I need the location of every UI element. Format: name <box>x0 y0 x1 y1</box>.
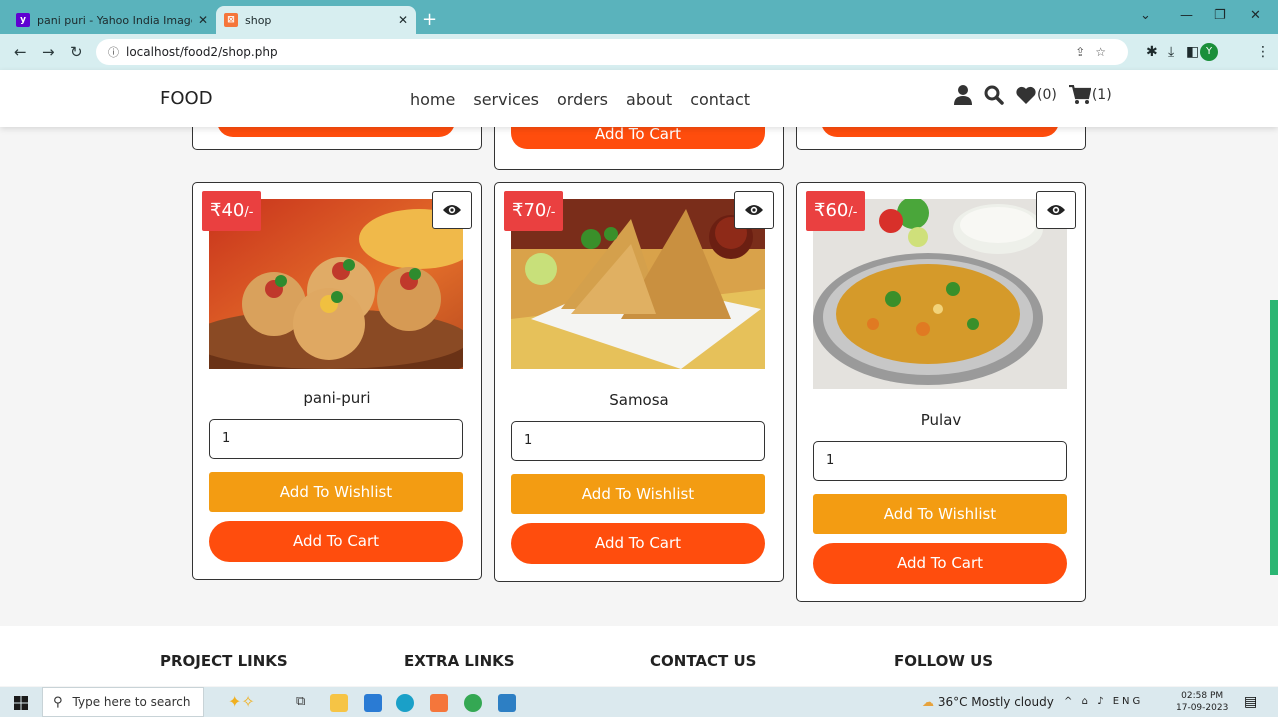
xampp-taskbar-icon[interactable] <box>430 694 448 712</box>
tab-search-chevron-icon[interactable]: ⌄ <box>1140 8 1151 23</box>
footer-heading-project-links: PROJECT LINKS <box>160 652 288 670</box>
main-nav: home services orders about contact <box>410 90 750 109</box>
search-icon: ⚲ <box>53 694 63 710</box>
quick-view-button[interactable] <box>1036 191 1076 229</box>
nav-contact[interactable]: contact <box>690 90 750 109</box>
weather-widget[interactable]: ☁ 36°C Mostly cloudy <box>922 695 1054 709</box>
quantity-input[interactable]: 1 <box>511 421 765 461</box>
eye-icon <box>1047 205 1065 215</box>
footer-heading-extra-links: EXTRA LINKS <box>404 652 515 670</box>
tray-chevron-icon[interactable]: ^ <box>1064 696 1075 707</box>
task-view-icon[interactable]: ⧉ <box>296 694 314 712</box>
cart-icon <box>1068 85 1091 104</box>
volume-icon[interactable]: ♪ <box>1097 696 1106 707</box>
product-name: Pulav <box>920 411 962 429</box>
clock-time: 02:58 PM <box>1181 691 1224 701</box>
minimize-button[interactable]: — <box>1180 8 1193 23</box>
footer-heading-contact-us: CONTACT US <box>650 652 757 670</box>
notification-icon[interactable]: ▤ <box>1244 694 1257 710</box>
taskbar-search-placeholder: Type here to search <box>72 695 191 709</box>
product-card: ₹40/- pani-puri 1 Add To Wishlist Add To… <box>192 182 482 580</box>
heart-icon <box>1016 86 1036 104</box>
extensions-icon[interactable]: ✱ <box>1146 44 1158 60</box>
clock[interactable]: 02:58 PM 17-09-2023 <box>1176 690 1228 714</box>
site-info-icon[interactable]: ⓘ <box>108 44 119 60</box>
add-to-wishlist-button[interactable]: Add To Wishlist <box>209 472 463 512</box>
browser-tab-shop[interactable]: ⊠ shop ✕ <box>216 6 416 34</box>
price-badge: ₹60/- <box>806 191 866 231</box>
yahoo-icon: y <box>16 13 30 27</box>
page-scrollbar-thumb[interactable] <box>1270 300 1278 575</box>
product-card: ₹60/- Pulav 1 Add To Wishlist Add To Car… <box>796 182 1086 602</box>
quick-view-button[interactable] <box>734 191 774 229</box>
cloud-icon: ☁ <box>922 695 934 709</box>
header-icons: (0) (1) <box>954 85 1112 105</box>
site-logo[interactable]: FOOD <box>160 88 213 109</box>
sparkle-icon[interactable]: ✦✧ <box>228 692 255 711</box>
add-to-cart-button[interactable]: Add To Cart <box>511 523 765 564</box>
network-icon[interactable]: ⌂ <box>1082 696 1091 707</box>
share-star-icons[interactable]: ⇪☆ <box>1075 45 1116 59</box>
nav-about[interactable]: about <box>626 90 672 109</box>
restore-button[interactable]: ❐ <box>1214 8 1226 23</box>
browser-tab-bar: y pani puri - Yahoo India Image Se ✕ ⊠ s… <box>0 0 1278 34</box>
quantity-input[interactable]: 1 <box>813 441 1067 481</box>
browser-tab-yahoo[interactable]: y pani puri - Yahoo India Image Se ✕ <box>8 6 216 34</box>
tab-title: pani puri - Yahoo India Image Se <box>37 13 192 27</box>
windows-taskbar: ⚲ Type here to search ✦✧ ⧉ ☁ 36°C Mostly… <box>0 687 1278 717</box>
language-indicator[interactable]: ENG <box>1113 696 1144 707</box>
wishlist-count: (0) <box>1037 87 1057 103</box>
eye-icon <box>745 205 763 215</box>
nav-orders[interactable]: orders <box>557 90 608 109</box>
back-icon[interactable]: ← <box>14 43 27 61</box>
wishlist-link[interactable]: (0) <box>1016 86 1057 104</box>
cart-count: (1) <box>1091 87 1112 103</box>
quick-view-button[interactable] <box>432 191 472 229</box>
reload-icon[interactable]: ↻ <box>70 43 83 61</box>
add-to-cart-button[interactable]: Add To Cart <box>813 543 1067 584</box>
download-icon[interactable]: ⤓ <box>1168 44 1174 60</box>
taskbar-search[interactable]: ⚲ Type here to search <box>42 687 204 717</box>
close-tab-icon[interactable]: ✕ <box>198 13 208 27</box>
close-window-button[interactable]: ✕ <box>1250 8 1261 23</box>
quantity-input[interactable]: 1 <box>209 419 463 459</box>
add-to-cart-button[interactable]: Add To Cart <box>209 521 463 562</box>
price-badge: ₹70/- <box>504 191 564 231</box>
address-bar[interactable]: ⓘ localhost/food2/shop.php ⇪☆ <box>96 39 1128 65</box>
product-name: Samosa <box>609 391 669 409</box>
mail-icon[interactable] <box>364 694 382 712</box>
nav-home[interactable]: home <box>410 90 455 109</box>
menu-icon[interactable]: ⋮ <box>1256 44 1270 60</box>
site-header: FOOD home services orders about contact … <box>0 70 1278 127</box>
user-icon[interactable] <box>954 85 972 105</box>
forward-icon[interactable]: → <box>42 43 55 61</box>
new-tab-button[interactable]: + <box>422 9 437 30</box>
product-name: pani-puri <box>303 389 371 407</box>
product-card: ₹70/- Samosa 1 Add To Wishlist Add To Ca… <box>494 182 784 582</box>
clock-date: 17-09-2023 <box>1176 703 1229 713</box>
profile-avatar[interactable]: Y <box>1200 43 1218 61</box>
edge-icon[interactable] <box>396 694 414 712</box>
search-icon[interactable] <box>984 85 1004 105</box>
add-to-wishlist-button[interactable]: Add To Wishlist <box>511 474 765 514</box>
photos-icon[interactable] <box>498 694 516 712</box>
file-explorer-icon[interactable] <box>330 694 348 712</box>
side-panel-icon[interactable]: ◧ <box>1186 44 1199 60</box>
cart-link[interactable]: (1) <box>1068 85 1112 105</box>
close-tab-icon[interactable]: ✕ <box>398 13 408 27</box>
site-footer: PROJECT LINKS EXTRA LINKS CONTACT US FOL… <box>0 626 1278 686</box>
xampp-icon: ⊠ <box>224 13 238 27</box>
system-tray[interactable]: ^ ⌂ ♪ ENG <box>1064 696 1143 707</box>
windows-start-icon[interactable] <box>14 695 28 714</box>
nav-services[interactable]: services <box>473 90 539 109</box>
eye-icon <box>443 205 461 215</box>
footer-heading-follow-us: FOLLOW US <box>894 652 994 670</box>
price-badge: ₹40/- <box>202 191 262 231</box>
chrome-icon[interactable] <box>464 694 482 712</box>
tab-title: shop <box>245 13 272 27</box>
add-to-wishlist-button[interactable]: Add To Wishlist <box>813 494 1067 534</box>
browser-toolbar: ← → ↻ ⓘ localhost/food2/shop.php ⇪☆ ✱ ⤓ … <box>0 34 1278 70</box>
url-text: localhost/food2/shop.php <box>126 45 278 59</box>
